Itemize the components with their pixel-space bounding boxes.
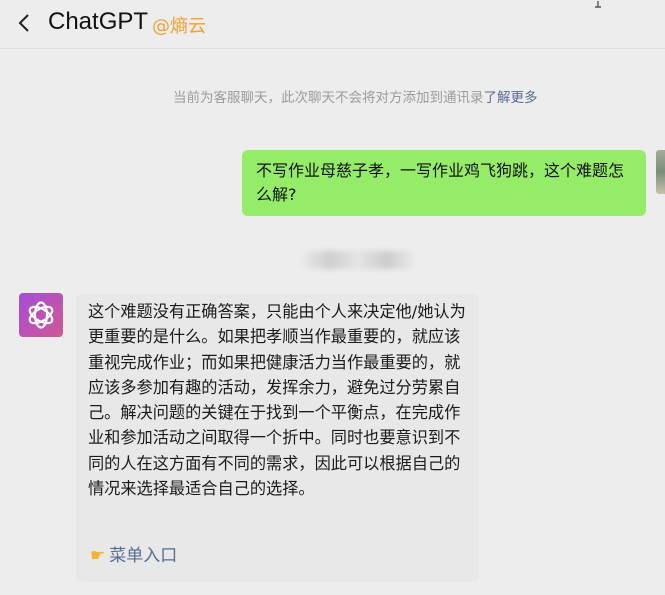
bot-message-bubble: 这个难题没有正确答案，只能由个人来决定他/她认为更重要的是什么。如果把孝顺当作最…: [76, 294, 479, 582]
back-arrow-icon[interactable]: [14, 12, 36, 34]
chat-title: ChatGPT: [48, 8, 149, 35]
menu-entry-link[interactable]: ☛ 菜单入口: [90, 544, 177, 569]
chat-subtitle: @熵云: [152, 16, 206, 37]
notice-text: 当前为客服聊天，此次聊天不会将对方添加到通讯录: [173, 90, 484, 106]
user-message-bubble: 不写作业母慈子孝，一写作业鸡飞狗跳，这个难题怎么解?: [242, 150, 646, 216]
openai-logo-icon: [28, 301, 54, 329]
user-message-text: 不写作业母慈子孝，一写作业鸡飞狗跳，这个难题怎么解?: [256, 161, 625, 204]
blurred-timestamp: [302, 251, 414, 269]
service-notice: 当前为客服聊天，此次聊天不会将对方添加到通讯录了解更多: [173, 88, 563, 108]
learn-more-link[interactable]: 了解更多: [484, 90, 538, 106]
chatgpt-avatar[interactable]: [19, 293, 63, 337]
user-avatar[interactable]: [656, 150, 665, 194]
more-icon[interactable]: [593, 0, 603, 8]
pointing-hand-icon: ☛: [90, 546, 106, 566]
menu-entry-label: 菜单入口: [109, 546, 178, 566]
bot-message-text: 这个难题没有正确答案，只能由个人来决定他/她认为更重要的是什么。如果把孝顺当作最…: [88, 302, 466, 499]
chat-header: ChatGPT @熵云: [0, 0, 665, 49]
